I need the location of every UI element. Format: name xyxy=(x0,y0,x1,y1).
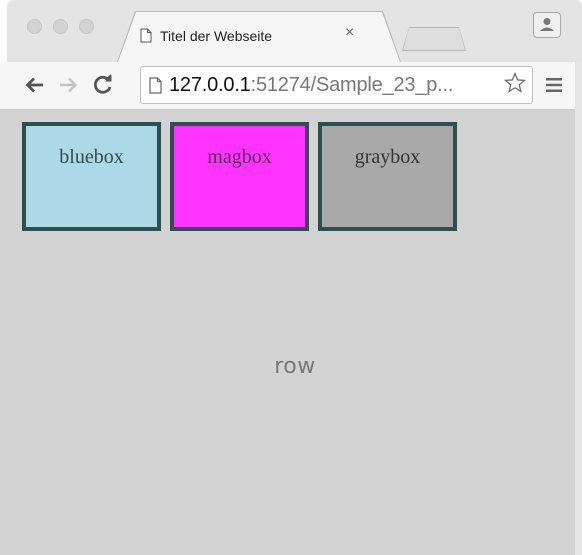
url-text[interactable]: 127.0.0.1:51274/Sample_23_p... xyxy=(169,74,453,97)
tab-title: Titel der Webseite xyxy=(160,28,273,44)
back-arrow-icon xyxy=(25,77,43,93)
magbox: magbox xyxy=(170,122,309,231)
reload-icon xyxy=(94,74,112,94)
bluebox-label: bluebox xyxy=(59,146,124,168)
star-icon[interactable] xyxy=(503,71,527,95)
graybox-label: graybox xyxy=(354,146,421,168)
minimize-window-button[interactable] xyxy=(53,19,68,34)
profile-button[interactable] xyxy=(533,12,561,38)
forward-button[interactable] xyxy=(56,70,80,100)
tab-close-icon[interactable]: × xyxy=(345,25,354,41)
profile-icon xyxy=(540,18,554,31)
menu-icon[interactable] xyxy=(545,76,563,94)
close-window-button[interactable] xyxy=(27,19,42,34)
url-host: 127.0.0.1 xyxy=(169,74,251,96)
magbox-label: magbox xyxy=(207,146,272,168)
zoom-window-button[interactable] xyxy=(79,19,94,34)
forward-arrow-icon xyxy=(60,77,78,93)
row-label: row xyxy=(274,354,316,379)
new-tab-button[interactable] xyxy=(403,28,465,50)
graybox: graybox xyxy=(318,122,457,231)
url-path: :51274/Sample_23_p... xyxy=(250,74,454,96)
page-info-icon[interactable] xyxy=(149,77,162,94)
reload-button[interactable] xyxy=(91,70,115,100)
page-icon xyxy=(140,28,152,43)
back-button[interactable] xyxy=(23,70,47,100)
bluebox: bluebox xyxy=(22,122,161,231)
